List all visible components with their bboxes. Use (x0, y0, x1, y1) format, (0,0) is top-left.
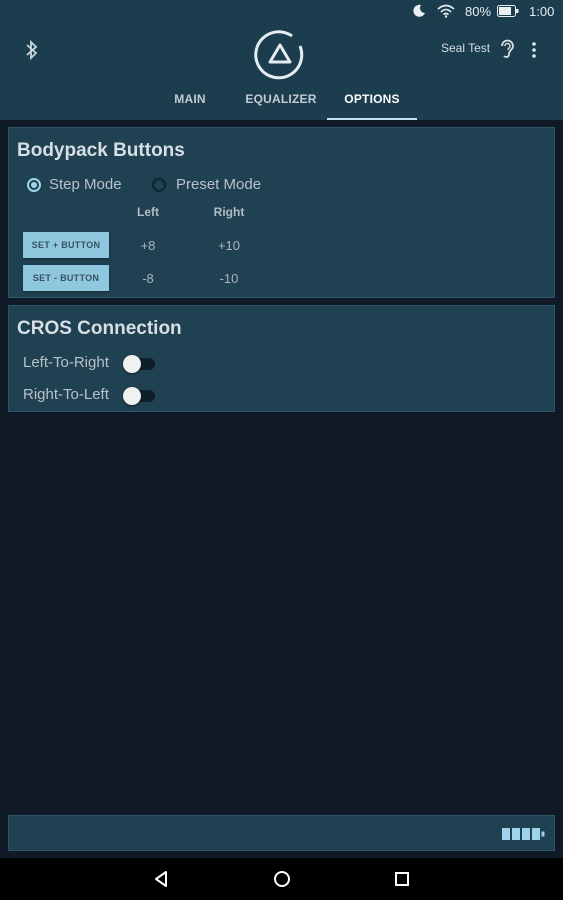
tab-equalizer-label: EQUALIZER (245, 92, 317, 106)
left-to-right-label: Left-To-Right (23, 354, 109, 371)
footer-bar (8, 815, 555, 851)
left-to-right-toggle[interactable] (123, 355, 155, 373)
tab-main[interactable]: MAIN (160, 92, 220, 120)
preset-mode-radio[interactable] (152, 178, 166, 192)
battery-percent: 80% (465, 4, 492, 19)
clock: 1:00 (529, 4, 555, 19)
preset-mode-label: Preset Mode (176, 176, 262, 193)
set-minus-button[interactable]: SET - BUTTON (23, 265, 109, 291)
recents-icon[interactable] (391, 868, 413, 890)
toggle-knob (123, 387, 141, 405)
plus-left-value: +8 (140, 238, 156, 253)
cros-connection-title: CROS Connection (17, 318, 182, 339)
toggle-knob (123, 355, 141, 373)
battery-level-icon (502, 828, 545, 840)
wifi-icon (437, 4, 455, 18)
app-header: Seal Test MAIN EQUALIZER OPTIONS (0, 22, 563, 120)
cros-connection-panel: CROS Connection Left-To-Right Right-To-L… (8, 305, 555, 412)
right-to-left-label: Right-To-Left (23, 386, 109, 403)
minus-right-value: -10 (219, 271, 239, 286)
system-nav-bar (0, 858, 563, 900)
tab-options[interactable]: OPTIONS (327, 92, 417, 120)
plus-right-value: +10 (217, 238, 241, 253)
minus-left-value: -8 (142, 271, 154, 286)
battery-icon (497, 5, 519, 17)
column-left-header: Left (137, 205, 159, 219)
home-icon[interactable] (271, 868, 293, 890)
more-vert-icon[interactable] (527, 40, 541, 60)
set-plus-button[interactable]: SET + BUTTON (23, 232, 109, 258)
ear-icon[interactable] (499, 38, 515, 60)
right-to-left-toggle[interactable] (123, 387, 155, 405)
step-mode-label: Step Mode (49, 176, 122, 193)
status-bar: 80% 1:00 (0, 0, 563, 22)
bluetooth-icon[interactable] (22, 38, 42, 62)
logo-icon (254, 30, 304, 80)
tab-main-label: MAIN (174, 92, 206, 106)
device-name[interactable]: Seal Test (441, 41, 490, 55)
tab-equalizer[interactable]: EQUALIZER (236, 92, 326, 120)
moon-icon (413, 4, 425, 17)
back-icon[interactable] (150, 868, 172, 890)
column-right-header: Right (213, 205, 245, 219)
active-tab-indicator (327, 118, 417, 120)
tab-options-label: OPTIONS (344, 92, 400, 106)
step-mode-radio[interactable] (27, 178, 41, 192)
bodypack-buttons-panel: Bodypack Buttons Step Mode Preset Mode L… (8, 127, 555, 298)
bodypack-buttons-title: Bodypack Buttons (17, 140, 185, 161)
